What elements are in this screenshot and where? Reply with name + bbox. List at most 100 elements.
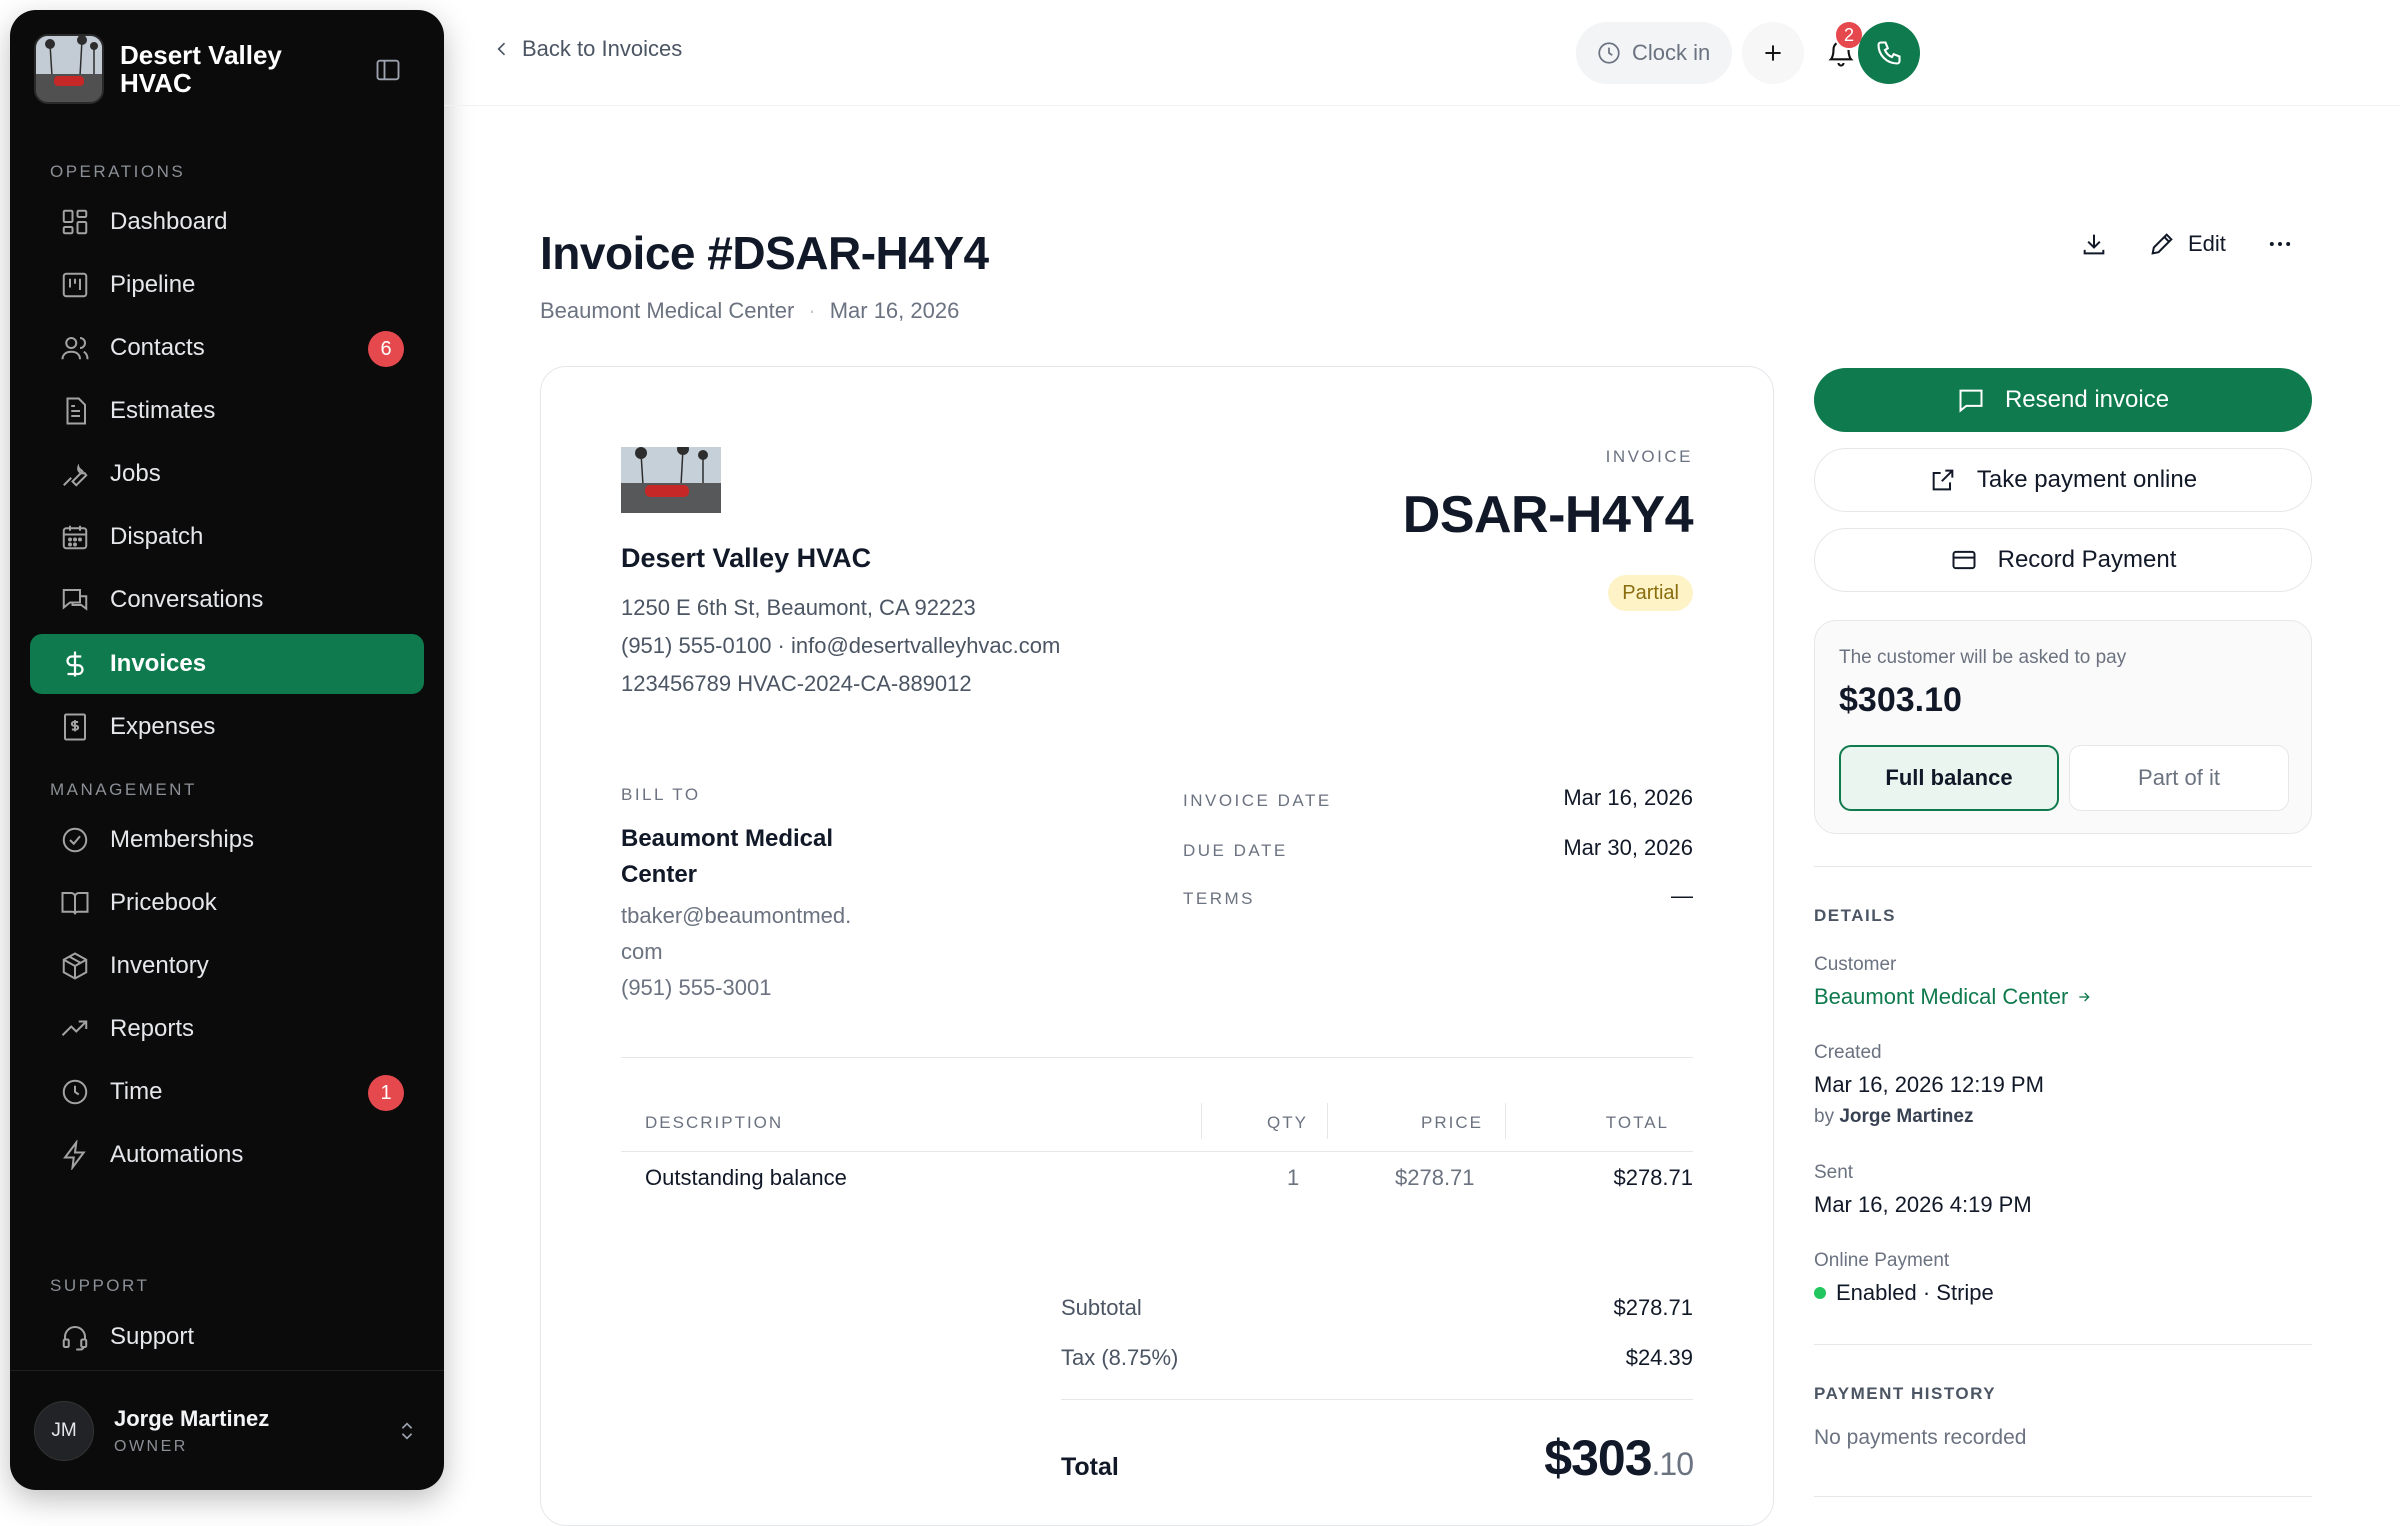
total-dollars: $303 [1544,1430,1652,1486]
payment-history-title: PAYMENT HISTORY [1814,1384,1997,1403]
user-name: Jorge Martinez [114,1405,270,1431]
sidebar-item-label: Jobs [110,460,161,487]
header-actions: Edit [2080,230,2294,258]
sidebar-item-label: Inventory [110,952,209,979]
sidebar-item-label: Pricebook [110,889,217,916]
sidebar-item-expenses[interactable]: Expenses [30,697,424,757]
sidebar-item-conversations[interactable]: Conversations [30,570,424,630]
sidebar-item-memberships[interactable]: Memberships [30,810,424,870]
company-address: 1250 E 6th St, Beaumont, CA 92223 [621,595,976,620]
divider [621,1057,1693,1058]
plus-icon [1765,45,1781,61]
download-icon[interactable] [2080,230,2108,258]
sidebar-item-dashboard[interactable]: Dashboard [30,192,424,252]
sidebar-item-label: Invoices [110,650,207,677]
header-date: Mar 16, 2026 [829,298,960,323]
payment-amount-box: The customer will be asked to pay $303.1… [1814,620,2312,834]
invoice-label: INVOICE [1605,447,1693,466]
arrow-right-icon [2076,989,2092,1005]
sidebar-item-automations[interactable]: Automations [30,1125,424,1185]
page-title: Invoice #DSAR-H4Y4 [540,227,989,279]
sidebar-item-invoices[interactable]: Invoices [30,634,424,694]
totals-divider [1061,1399,1693,1400]
bill-to-email: tbaker@beaumontmed. [621,903,852,928]
headset-icon [60,1322,90,1352]
total-value: $303.10 [1544,1429,1694,1487]
sidebar-toggle-icon[interactable] [374,56,402,84]
full-balance-option[interactable]: Full balance [1839,745,2059,811]
user-menu[interactable]: JM Jorge Martinez OWNER [10,1370,444,1490]
clock-in-button[interactable]: Clock in [1576,22,1732,84]
line-item-price: $278.71 [1395,1165,1475,1190]
tax-label: Tax (8.75%) [1061,1345,1179,1370]
time-count-badge: 1 [368,1075,404,1111]
sidebar-item-dispatch[interactable]: Dispatch [30,507,424,567]
sidebar-item-label: Contacts [110,334,205,361]
wrench-icon [60,459,90,489]
book-icon [60,888,90,918]
part-of-it-option[interactable]: Part of it [2069,745,2289,811]
pencil-icon [2148,230,2176,258]
details-section-title: DETAILS [1814,906,1896,925]
user-role: OWNER [114,1437,188,1455]
sidebar-item-pricebook[interactable]: Pricebook [30,873,424,933]
bill-to-phone: (951) 555-3001 [621,975,772,1000]
clock-in-label: Clock in [1632,40,1711,65]
credit-card-icon [1950,546,1978,574]
status-dot [1814,1287,1826,1299]
document-icon [60,396,90,426]
subtotal-value: $278.71 [1613,1295,1693,1320]
line-item-total: $278.71 [1613,1165,1693,1190]
sidebar-item-contacts[interactable]: Contacts 6 [30,318,424,378]
phone-button[interactable] [1858,22,1920,84]
add-button[interactable] [1742,22,1804,84]
sidebar-item-label: Dashboard [110,208,228,235]
clock-icon [1596,40,1622,66]
box-icon [60,951,90,981]
contacts-count-badge: 6 [368,331,404,367]
record-payment-button[interactable]: Record Payment [1814,528,2312,592]
sidebar-item-label: Pipeline [110,271,196,298]
invoice-number: DSAR-H4Y4 [1402,486,1694,544]
more-icon[interactable] [2266,230,2294,258]
terms-label: TERMS [1183,889,1255,908]
online-payment-value: Enabled · Stripe [1836,1280,1994,1305]
created-by: by Jorge Martinez [1814,1106,1973,1128]
sidebar-item-label: Dispatch [110,523,204,550]
sidebar-item-jobs[interactable]: Jobs [30,444,424,504]
sidebar-item-inventory[interactable]: Inventory [30,936,424,996]
customer-link[interactable]: Beaumont Medical Center [1814,984,2092,1010]
created-by-prefix: by [1814,1106,1835,1127]
sidebar-item-time[interactable]: Time 1 [30,1062,424,1122]
sidebar: Desert Valley HVAC OPERATIONS Dashboard … [10,10,444,1490]
sidebar-item-pipeline[interactable]: Pipeline [30,255,424,315]
brand-name: Desert Valley HVAC [120,40,282,98]
edit-button[interactable]: Edit [2148,230,2226,258]
take-payment-online-button[interactable]: Take payment online [1814,448,2312,512]
edit-label: Edit [2188,231,2226,256]
avatar: JM [34,1400,94,1461]
take-payment-online-label: Take payment online [1976,466,2198,493]
brand[interactable]: Desert Valley HVAC [34,34,420,104]
table-header-divider [621,1151,1693,1152]
terms-value: — [1671,883,1693,908]
resend-invoice-button[interactable]: Resend invoice [1814,368,2312,432]
dollar-icon [60,649,90,679]
sent-label: Sent [1814,1162,1854,1183]
sidebar-item-estimates[interactable]: Estimates [30,381,424,441]
total-label: Total [1061,1453,1119,1481]
back-to-invoices-link[interactable]: Back to Invoices [492,36,682,62]
chevron-up-down-icon [396,1417,418,1445]
sidebar-item-support[interactable]: Support [30,1307,424,1367]
payment-amount: $303.10 [1839,681,1962,719]
col-header-total: TOTAL [1605,1113,1669,1132]
sidebar-item-label: Reports [110,1015,195,1042]
chevron-left-icon [492,39,512,59]
bill-to-label: BILL TO [621,785,701,804]
created-label: Created [1814,1042,1882,1063]
payment-history-empty: No payments recorded [1814,1426,2027,1449]
sidebar-item-reports[interactable]: Reports [30,999,424,1059]
receipt-icon [60,712,90,742]
invoice-date: Mar 16, 2026 [1563,785,1693,810]
section-label-support: SUPPORT [50,1276,150,1295]
